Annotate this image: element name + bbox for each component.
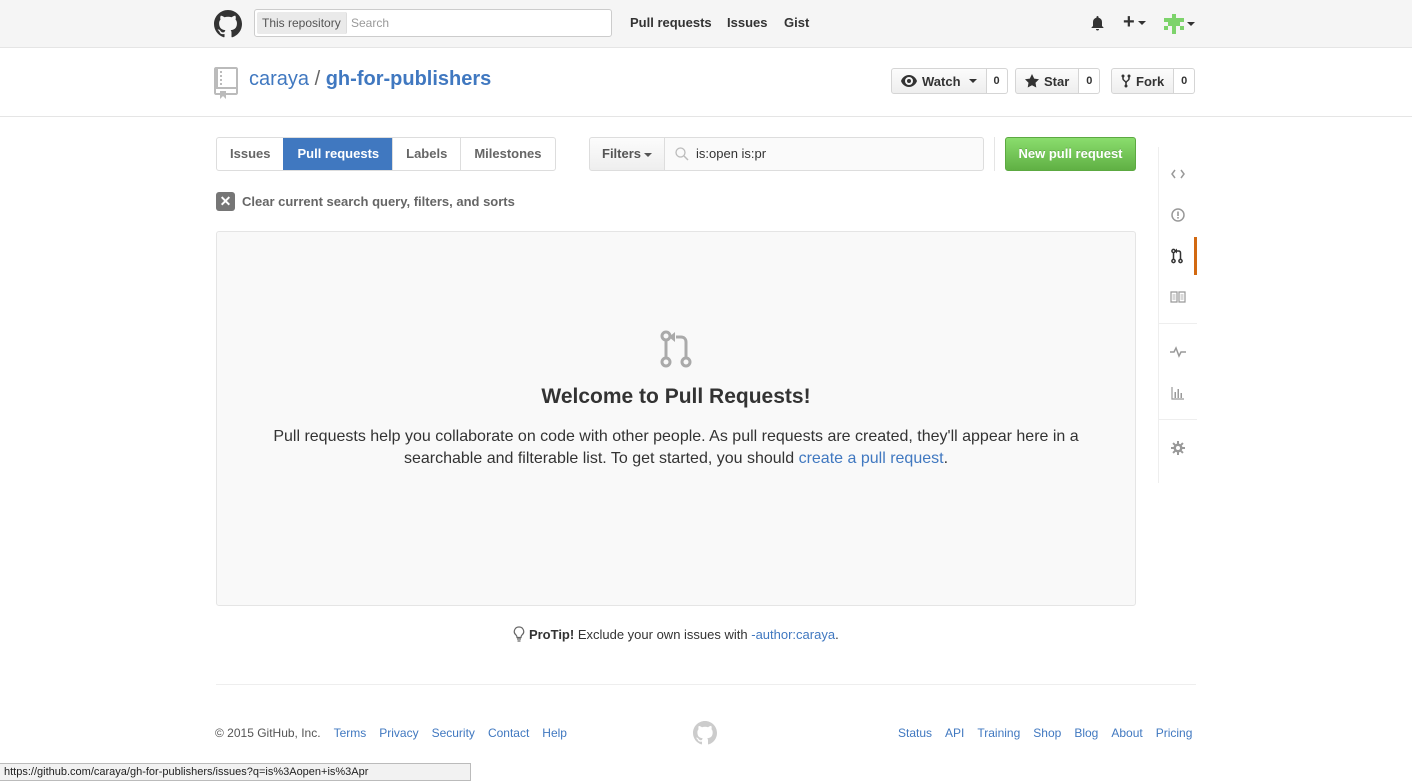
footer-link-security[interactable]: Security <box>432 726 475 740</box>
star-label: Star <box>1044 73 1070 89</box>
repo-separator: / <box>314 68 321 90</box>
subnav-issues[interactable]: Issues <box>217 138 283 170</box>
eye-icon <box>901 75 917 87</box>
settings-icon <box>1171 441 1185 455</box>
footer-right: Status API Training Shop Blog About Pric… <box>898 726 1192 740</box>
fork-icon <box>1121 74 1131 88</box>
nav-gist[interactable]: Gist <box>784 15 809 30</box>
search-query-value: is:open is:pr <box>696 146 767 161</box>
subnav-labels[interactable]: Labels <box>392 138 460 170</box>
github-logo-icon[interactable] <box>214 10 242 38</box>
lightbulb-icon <box>514 626 525 642</box>
create-new-plus-icon[interactable]: + <box>1123 12 1146 32</box>
sidenav-issues[interactable] <box>1159 196 1197 234</box>
protip-end: . <box>835 627 839 642</box>
copyright: © 2015 GitHub, Inc. <box>215 726 321 740</box>
footer-link-privacy[interactable]: Privacy <box>379 726 418 740</box>
chevron-down-icon <box>644 152 653 157</box>
footer-link-contact[interactable]: Contact <box>488 726 529 740</box>
notifications-bell-icon[interactable] <box>1090 15 1105 31</box>
repo-owner-link[interactable]: caraya <box>249 68 309 90</box>
watch-button[interactable]: Watch <box>891 68 987 94</box>
protip-author-link[interactable]: -author:caraya <box>751 627 835 642</box>
footer-link-api[interactable]: API <box>945 726 964 740</box>
pull-request-icon <box>660 330 692 368</box>
sidenav-wiki[interactable] <box>1159 278 1197 316</box>
sidenav-divider <box>1159 419 1197 420</box>
github-mark-icon[interactable] <box>693 721 717 745</box>
fork-group: Fork 0 <box>1111 68 1196 94</box>
sidenav-code[interactable] <box>1159 155 1197 193</box>
footer-left: © 2015 GitHub, Inc. Terms Privacy Securi… <box>215 726 567 740</box>
clear-filters-label: Clear current search query, filters, and… <box>242 194 515 209</box>
sidenav-graphs[interactable] <box>1159 374 1197 412</box>
issue-icon <box>1171 208 1185 222</box>
nav-pull-requests[interactable]: Pull requests <box>630 15 712 30</box>
pulse-icon <box>1170 346 1186 358</box>
footer-link-about[interactable]: About <box>1111 726 1142 740</box>
graph-icon <box>1171 387 1184 400</box>
watch-group: Watch 0 <box>891 68 1008 94</box>
filters-label: Filters <box>602 146 642 161</box>
footer-link-shop[interactable]: Shop <box>1033 726 1061 740</box>
blankslate-title: Welcome to Pull Requests! <box>541 385 811 408</box>
footer-link-blog[interactable]: Blog <box>1074 726 1098 740</box>
sidenav-settings[interactable] <box>1159 429 1197 467</box>
footer-divider <box>216 684 1196 685</box>
code-icon <box>1171 169 1185 179</box>
divider <box>994 137 995 171</box>
blankslate-description: Pull requests help you collaborate on co… <box>272 426 1080 470</box>
sidenav-divider <box>1159 323 1197 324</box>
issues-search-input[interactable]: is:open is:pr <box>664 137 984 171</box>
pull-request-icon <box>1170 248 1183 264</box>
footer-link-terms[interactable]: Terms <box>334 726 367 740</box>
blankslate-text: Pull requests help you collaborate on co… <box>273 428 1079 467</box>
repo-header: caraya / gh-for-publishers Watch 0 Star … <box>0 48 1412 117</box>
clear-filters-link[interactable]: ✕ Clear current search query, filters, a… <box>216 192 515 211</box>
subnav-pull-requests[interactable]: Pull requests <box>283 138 393 170</box>
repo-name-link[interactable]: gh-for-publishers <box>326 68 492 90</box>
site-search[interactable]: This repository Search <box>254 9 612 37</box>
fork-button[interactable]: Fork <box>1111 68 1175 94</box>
footer-link-training[interactable]: Training <box>977 726 1020 740</box>
nav-issues[interactable]: Issues <box>727 15 767 30</box>
footer-link-help[interactable]: Help <box>542 726 567 740</box>
user-avatar[interactable] <box>1164 14 1195 34</box>
subnav-milestones[interactable]: Milestones <box>460 138 554 170</box>
create-pull-request-link[interactable]: create a pull request <box>799 450 944 467</box>
close-icon: ✕ <box>216 192 235 211</box>
fork-count[interactable]: 0 <box>1174 68 1196 94</box>
repo-sidenav <box>1158 147 1197 483</box>
fork-label: Fork <box>1136 73 1165 89</box>
watch-count[interactable]: 0 <box>986 68 1008 94</box>
protip: ProTip! Exclude your own issues with -au… <box>0 626 1352 642</box>
star-group: Star 0 <box>1015 68 1101 94</box>
sidenav-pulse[interactable] <box>1159 333 1197 371</box>
chevron-down-icon <box>968 79 977 83</box>
star-icon <box>1025 74 1039 88</box>
blankslate: Welcome to Pull Requests! Pull requests … <box>216 231 1136 606</box>
watch-label: Watch <box>922 73 961 89</box>
issues-subnav: Issues Pull requests Labels Milestones <box>216 137 556 171</box>
browser-status-url: https://github.com/caraya/gh-for-publish… <box>0 763 471 781</box>
new-pull-request-button[interactable]: New pull request <box>1005 137 1136 171</box>
search-scope-label: This repository <box>257 12 347 34</box>
blankslate-text-end: . <box>943 450 949 467</box>
search-icon <box>675 147 689 161</box>
wiki-icon <box>1170 291 1186 303</box>
repo-title: caraya / gh-for-publishers <box>249 68 491 91</box>
avatar-identicon-icon <box>1164 14 1184 34</box>
repo-book-icon <box>214 67 238 99</box>
footer-link-pricing[interactable]: Pricing <box>1156 726 1193 740</box>
sidenav-pull-requests[interactable] <box>1159 237 1197 275</box>
filters-dropdown[interactable]: Filters <box>589 137 665 171</box>
protip-label: ProTip! <box>528 627 575 642</box>
footer-link-status[interactable]: Status <box>898 726 932 740</box>
site-header: This repository Search Pull requests Iss… <box>0 0 1412 48</box>
star-button[interactable]: Star <box>1015 68 1080 94</box>
protip-text: Exclude your own issues with <box>574 627 752 642</box>
search-input[interactable]: Search <box>351 10 389 36</box>
star-count[interactable]: 0 <box>1079 68 1101 94</box>
